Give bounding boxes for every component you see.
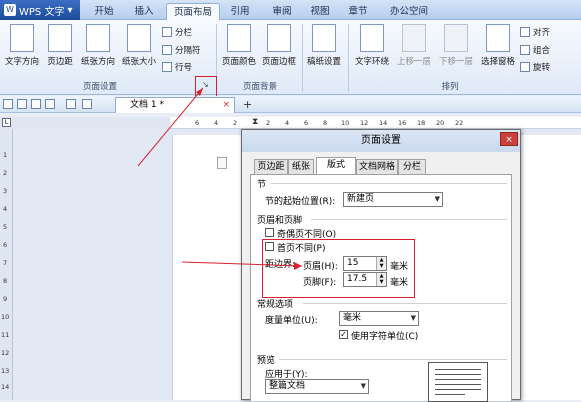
- arrowhead-icon: [294, 262, 302, 270]
- arrow-to-header-field: [181, 261, 303, 267]
- tab-layout[interactable]: 版式: [316, 157, 356, 174]
- arrow-to-launcher: [137, 87, 204, 167]
- annotation-arrows: [137, 87, 303, 270]
